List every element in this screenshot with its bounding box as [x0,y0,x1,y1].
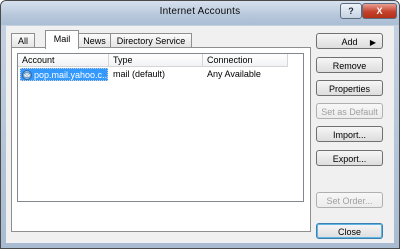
title-bar[interactable]: Internet Accounts ? X [1,1,399,25]
tab-panel: Account Type Connection pop.mail.yahoo.c… [11,47,311,232]
arrow-right-icon: ▶ [369,38,376,47]
accounts-list[interactable]: Account Type Connection pop.mail.yahoo.c… [17,53,304,202]
close-window-button[interactable]: X [362,3,397,19]
set-order-button[interactable]: Set Order... [316,192,383,208]
column-header-type[interactable]: Type [109,54,203,67]
tab-mail[interactable]: Mail [45,30,79,49]
remove-button[interactable]: Remove [316,57,383,73]
close-button[interactable]: Close [316,223,383,239]
tab-news[interactable]: News [78,33,111,48]
column-header-account[interactable]: Account [18,54,109,67]
tab-directory-service[interactable]: Directory Service [110,33,192,48]
account-connection: Any Available [207,69,261,79]
tab-all[interactable]: All [11,33,35,48]
help-button[interactable]: ? [340,3,362,19]
add-label: Add [341,37,358,47]
set-as-default-button[interactable]: Set as Default [316,103,383,119]
column-header-connection[interactable]: Connection [203,54,288,67]
import-button[interactable]: Import... [316,126,383,142]
account-type: mail (default) [113,69,166,79]
list-item-account[interactable]: pop.mail.yahoo.c... [20,68,110,81]
add-button[interactable]: Add ▶ [316,33,383,49]
dialog-window: Internet Accounts ? X All Mail News Dire… [0,0,400,249]
dialog-client-area: All Mail News Directory Service Account … [6,26,394,243]
account-name: pop.mail.yahoo.c... [34,70,110,80]
properties-button[interactable]: Properties [316,80,383,96]
mail-account-icon [22,70,32,80]
export-button[interactable]: Export... [316,150,383,166]
